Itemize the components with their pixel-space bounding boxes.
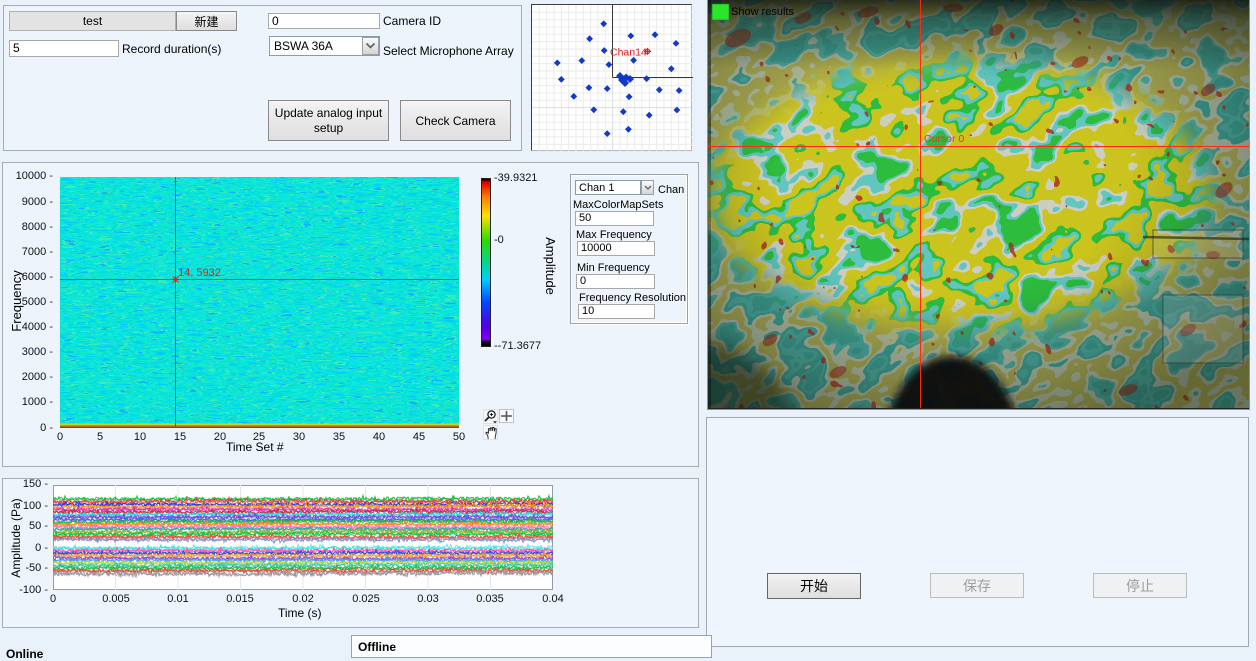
svg-text:Cursor 0: Cursor 0 <box>924 133 964 145</box>
svg-text:Chan14: Chan14 <box>610 47 647 59</box>
svg-text:14, 5932: 14, 5932 <box>178 267 221 279</box>
svg-text:Show results: Show results <box>731 6 794 18</box>
svg-text:Amplitude: Amplitude <box>543 237 558 295</box>
